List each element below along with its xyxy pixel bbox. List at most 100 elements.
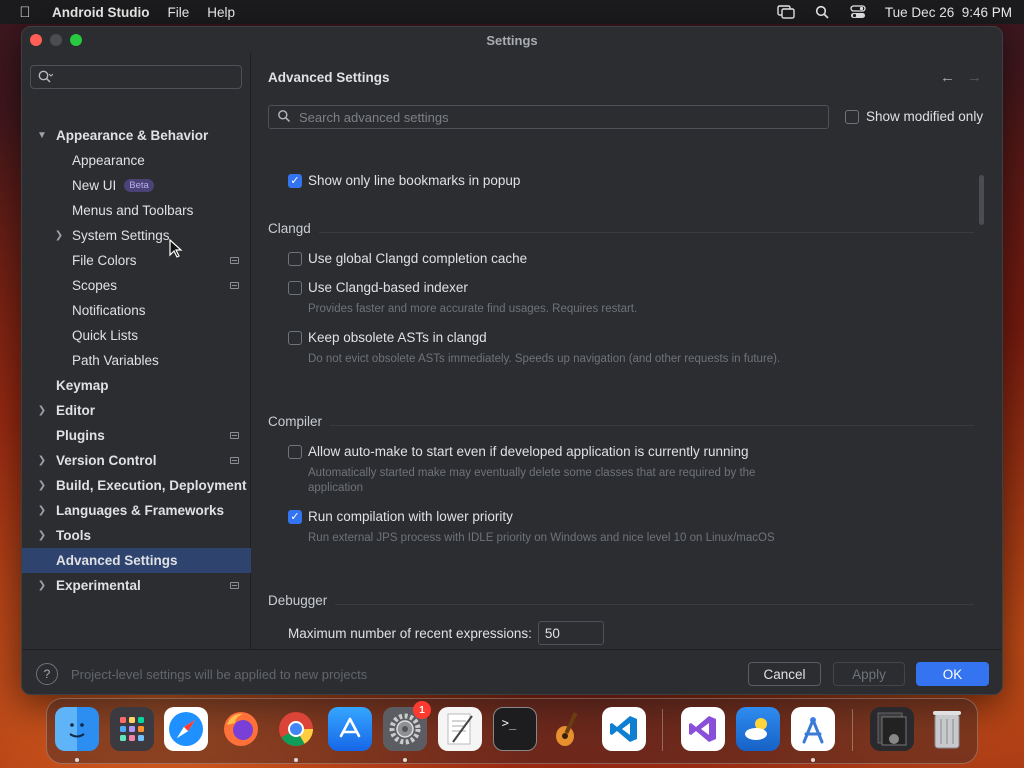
trash-icon[interactable]: [925, 707, 969, 751]
tree-item-label: New UI: [72, 178, 117, 193]
tree-item-system-settings[interactable]: ❯ System Settings: [22, 223, 251, 248]
tree-item-scopes[interactable]: Scopes: [22, 273, 251, 298]
chrome-icon[interactable]: [274, 707, 318, 751]
footer-note: Project-level settings will be applied t…: [71, 667, 368, 682]
tree-item-editor[interactable]: ❯ Editor: [22, 398, 251, 423]
help-button[interactable]: ?: [36, 663, 58, 685]
option-clangd-cache[interactable]: Use global Clangd completion cache: [288, 251, 527, 266]
weather-icon[interactable]: [736, 707, 780, 751]
apple-menu-icon[interactable]: : [12, 4, 38, 21]
vscode-icon[interactable]: [602, 707, 646, 751]
project-settings-icon: [230, 582, 239, 589]
chevron-right-icon: ❯: [37, 480, 47, 491]
section-divider: [318, 231, 974, 233]
tree-item-version-control[interactable]: ❯ Version Control: [22, 448, 251, 473]
option-label: Allow auto-make to start even if develop…: [308, 444, 749, 459]
launchpad-icon[interactable]: [110, 707, 154, 751]
max-expressions-input[interactable]: 50: [537, 621, 604, 645]
tree-item-menus-toolbars[interactable]: Menus and Toolbars: [22, 198, 251, 223]
tree-item-label: Languages & Frameworks: [56, 503, 225, 518]
tree-item-new-ui[interactable]: New UI Beta: [22, 173, 251, 198]
menubar-clock[interactable]: Tue Dec 26 9:46 PM: [885, 5, 1012, 20]
search-icon: [37, 69, 54, 88]
tree-item-tools[interactable]: ❯ Tools: [22, 523, 251, 548]
menu-file[interactable]: File: [167, 5, 189, 20]
tree-item-label: Plugins: [56, 428, 105, 443]
tree-item-label: Experimental: [56, 578, 141, 593]
section-title: Debugger: [268, 593, 328, 608]
vertical-scrollbar[interactable]: [979, 175, 984, 225]
forward-arrow-icon[interactable]: →: [967, 69, 982, 86]
option-lower-priority[interactable]: ✓ Run compilation with lower priority: [288, 509, 513, 524]
tree-item-plugins[interactable]: Plugins: [22, 423, 251, 448]
chevron-right-icon: ❯: [37, 530, 47, 541]
safari-icon[interactable]: [164, 707, 208, 751]
dock-separator: [662, 709, 663, 751]
visual-studio-icon[interactable]: [681, 707, 725, 751]
terminal-icon[interactable]: >_: [493, 707, 537, 751]
control-center-icon[interactable]: [849, 5, 867, 19]
tree-item-label: Menus and Toolbars: [72, 203, 194, 218]
option-description: Automatically started make may eventuall…: [308, 467, 756, 494]
window-close-button[interactable]: [30, 34, 42, 46]
option-label: Run compilation with lower priority: [308, 509, 513, 524]
chevron-down-icon: ▼: [37, 130, 47, 141]
tree-item-quick-lists[interactable]: Quick Lists: [22, 323, 251, 348]
chevron-right-icon: ❯: [37, 405, 47, 416]
finder-icon[interactable]: [55, 707, 99, 751]
window-minimize-button[interactable]: [50, 34, 62, 46]
screen-mirroring-icon[interactable]: [777, 5, 795, 19]
tree-item-file-colors[interactable]: File Colors: [22, 248, 251, 273]
cancel-button[interactable]: Cancel: [748, 662, 821, 686]
sidebar-search-input[interactable]: [30, 65, 242, 89]
option-clangd-indexer[interactable]: Use Clangd-based indexer: [288, 280, 468, 295]
option-auto-make[interactable]: Allow auto-make to start even if develop…: [288, 444, 749, 459]
checkbox-label: Show modified only: [866, 109, 984, 124]
spotlight-search-icon[interactable]: [813, 5, 831, 19]
checkbox-unchecked[interactable]: [288, 280, 302, 295]
tree-item-languages-frameworks[interactable]: ❯ Languages & Frameworks: [22, 498, 251, 523]
advanced-search-input[interactable]: Search advanced settings: [268, 105, 829, 129]
window-zoom-button[interactable]: [70, 34, 82, 46]
tree-item-appearance[interactable]: Appearance: [22, 148, 251, 173]
firefox-icon[interactable]: [219, 707, 263, 751]
option-max-expressions: Maximum number of recent expressions: 50: [288, 621, 604, 645]
downloads-stack-icon[interactable]: [870, 707, 914, 751]
show-modified-only-checkbox[interactable]: Show modified only: [845, 109, 983, 124]
android-studio-icon[interactable]: [791, 707, 835, 751]
section-divider: [330, 424, 974, 426]
tree-item-label: Quick Lists: [72, 328, 139, 343]
tree-item-build-execution-deployment[interactable]: ❯ Build, Execution, Deployment: [22, 473, 251, 498]
macos-dock: 1 >_: [46, 698, 978, 764]
notification-badge: 1: [413, 701, 431, 719]
dialog-footer: ? Project-level settings will be applied…: [22, 649, 1002, 694]
menu-help[interactable]: Help: [207, 5, 235, 20]
tree-item-path-variables[interactable]: Path Variables: [22, 348, 251, 373]
checkbox-checked-icon[interactable]: ✓: [288, 173, 302, 188]
tree-item-experimental[interactable]: ❯ Experimental: [22, 573, 251, 598]
checkbox-checked-icon[interactable]: ✓: [288, 509, 302, 524]
checkbox-unchecked[interactable]: [288, 251, 302, 266]
tree-item-keymap[interactable]: Keymap: [22, 373, 251, 398]
ok-button[interactable]: OK: [916, 662, 989, 686]
tree-item-advanced-settings[interactable]: Advanced Settings: [22, 548, 251, 573]
garageband-icon[interactable]: [547, 707, 591, 751]
tree-item-appearance-behavior[interactable]: ▼ Appearance & Behavior: [22, 123, 251, 148]
window-title: Settings: [486, 32, 538, 48]
option-clangd-asts[interactable]: Keep obsolete ASTs in clangd: [288, 330, 487, 345]
checkbox-unchecked[interactable]: [845, 109, 859, 124]
apply-button[interactable]: Apply: [833, 662, 905, 686]
back-arrow-icon[interactable]: ←: [940, 69, 955, 86]
tree-item-notifications[interactable]: Notifications: [22, 298, 251, 323]
app-menu[interactable]: Android Studio: [52, 5, 149, 20]
option-line-bookmarks[interactable]: ✓ Show only line bookmarks in popup: [288, 173, 520, 188]
option-description: Provides faster and more accurate find u…: [308, 303, 638, 315]
running-indicator: [811, 758, 815, 762]
tree-item-label: File Colors: [72, 253, 137, 268]
textedit-icon[interactable]: [438, 707, 482, 751]
checkbox-unchecked[interactable]: [288, 330, 302, 345]
tree-item-label: Keymap: [56, 378, 109, 393]
checkbox-unchecked[interactable]: [288, 444, 302, 459]
app-store-icon[interactable]: [328, 707, 372, 751]
system-settings-icon[interactable]: 1: [383, 701, 431, 751]
